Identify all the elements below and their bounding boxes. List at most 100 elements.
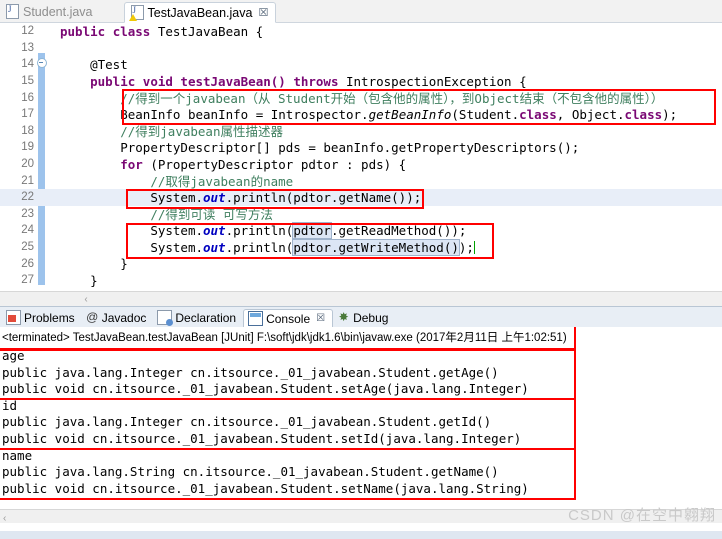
code-line[interactable]: 13 bbox=[0, 40, 722, 57]
line-number: 27 bbox=[21, 274, 34, 287]
code-text: BeanInfo beanInfo = Introspector.getBean… bbox=[48, 107, 677, 122]
status-bar bbox=[0, 531, 722, 539]
code-line[interactable]: 26 } bbox=[0, 255, 722, 272]
code-text: System.out.println(pdtor.getWriteMethod(… bbox=[48, 238, 475, 256]
editor-tab-student[interactable]: Student.java bbox=[0, 1, 100, 22]
java-file-warning-icon bbox=[128, 5, 144, 21]
code-line[interactable]: 16 //得到一个javabean（从 Student开始（包含他的属性），到O… bbox=[0, 89, 722, 106]
editor-horizontal-scrollbar[interactable]: ‹ bbox=[0, 291, 722, 306]
close-icon[interactable]: ☒ bbox=[316, 313, 325, 324]
args-tail: ); bbox=[662, 106, 678, 122]
field-ref: out bbox=[203, 239, 226, 255]
line-number: 19 bbox=[21, 141, 34, 154]
class-name: TestJavaBean { bbox=[150, 23, 264, 39]
annotation-text: @Test bbox=[90, 56, 128, 72]
editor-tab-label: Student.java bbox=[23, 4, 93, 19]
watermark: CSDN @在空中翱翔 bbox=[568, 507, 716, 524]
statement: (PropertyDescriptor pdtor : pds) { bbox=[142, 156, 407, 172]
console-getter: public java.lang.Integer cn.itsource._01… bbox=[2, 414, 492, 430]
code-line[interactable]: 25 System.out.println(pdtor.getWriteMeth… bbox=[0, 238, 722, 256]
editor-tab-label: TestJavaBean.java bbox=[147, 5, 253, 20]
console-setter: public void cn.itsource._01_javabean.Stu… bbox=[2, 480, 529, 496]
code-line[interactable]: 14 @Test bbox=[0, 56, 722, 73]
tab-declaration[interactable]: Declaration bbox=[153, 308, 243, 327]
code-line[interactable]: 24 System.out.println(pdtor.getReadMetho… bbox=[0, 221, 722, 239]
code-line[interactable]: 27 } bbox=[0, 272, 722, 289]
console-property: age bbox=[2, 348, 25, 363]
tab-console[interactable]: Console ☒ bbox=[243, 309, 334, 328]
view-tab-label: Console bbox=[266, 311, 311, 326]
occurrence-highlight: pdtor bbox=[292, 221, 332, 239]
code-text: for (PropertyDescriptor pdtor : pds) { bbox=[48, 157, 406, 172]
debug-icon: ✸ bbox=[338, 310, 349, 324]
method-signature: testJavaBean() bbox=[172, 73, 294, 89]
line-number: 14 bbox=[21, 58, 34, 71]
keyword: public bbox=[60, 23, 106, 39]
keyword: public bbox=[90, 73, 136, 89]
view-tab-label: Debug bbox=[353, 310, 389, 325]
code-line[interactable]: 18 //得到javabean属性描述器 bbox=[0, 121, 722, 140]
statement: .println(pdtor.getName()); bbox=[225, 189, 422, 205]
scroll-left-arrow[interactable]: ‹ bbox=[0, 513, 6, 523]
code-editor[interactable]: 12 public class TestJavaBean { 13 14 @Te… bbox=[0, 23, 722, 291]
code-line[interactable]: 17 BeanInfo beanInfo = Introspector.getB… bbox=[0, 106, 722, 123]
exception-type: IntrospectionException { bbox=[338, 73, 527, 89]
statement: System. bbox=[150, 189, 203, 205]
console-output: age public java.lang.Integer cn.itsource… bbox=[0, 348, 722, 497]
keyword: class bbox=[624, 106, 663, 122]
code-line[interactable]: 20 for (PropertyDescriptor pdtor : pds) … bbox=[0, 156, 722, 173]
code-text: public void testJavaBean() throws Intros… bbox=[48, 74, 527, 89]
code-text: //得到javabean属性描述器 bbox=[48, 121, 283, 140]
statement: System. bbox=[150, 239, 203, 255]
code-line[interactable]: 19 PropertyDescriptor[] pds = beanInfo.g… bbox=[0, 139, 722, 156]
code-line[interactable]: 15 public void testJavaBean() throws Int… bbox=[0, 73, 722, 90]
variable: beanInfo = Introspector. bbox=[180, 106, 369, 122]
console-getter: public java.lang.Integer cn.itsource._01… bbox=[2, 364, 499, 380]
args: (Student. bbox=[451, 106, 520, 122]
terminated-status-line: <terminated> TestJavaBean.testJavaBean [… bbox=[2, 332, 567, 344]
tab-javadoc[interactable]: @ Javadoc bbox=[82, 308, 154, 327]
line-number: 13 bbox=[21, 41, 34, 54]
field-ref: out bbox=[203, 222, 226, 238]
line-number: 21 bbox=[21, 174, 34, 187]
close-icon[interactable]: ☒ bbox=[258, 6, 268, 19]
view-tab-label: Declaration bbox=[175, 310, 237, 325]
console-getter: public java.lang.String cn.itsource._01_… bbox=[2, 464, 499, 480]
statement: PropertyDescriptor[] pds = beanInfo.getP… bbox=[120, 139, 580, 155]
comment-text: //得到javabean属性描述器 bbox=[120, 124, 283, 140]
tab-debug[interactable]: ✸ Debug bbox=[333, 308, 395, 327]
comment-text: //得到可读 可写方法 bbox=[150, 207, 273, 223]
line-number: 26 bbox=[21, 257, 34, 270]
args: , Object. bbox=[556, 106, 625, 122]
code-text: public class TestJavaBean { bbox=[48, 24, 263, 39]
editor-tab-testjavabean[interactable]: TestJavaBean.java ☒ bbox=[123, 2, 277, 23]
view-tab-label: Javadoc bbox=[101, 310, 147, 325]
line-number: 15 bbox=[21, 75, 34, 88]
declaration-icon bbox=[157, 310, 174, 326]
line-number: 23 bbox=[21, 207, 34, 220]
code-text: System.out.println(pdtor.getName()); bbox=[48, 190, 421, 205]
code-line[interactable]: 21 //取得javabean的name bbox=[0, 172, 722, 189]
view-tab-label: Problems bbox=[24, 310, 75, 325]
code-line-highlighted[interactable]: 22 System.out.println(pdtor.getName()); bbox=[0, 188, 722, 206]
console-setter: public void cn.itsource._01_javabean.Stu… bbox=[2, 430, 522, 446]
line-number: 16 bbox=[21, 91, 34, 104]
brace: } bbox=[120, 256, 128, 272]
statement: ); bbox=[458, 239, 474, 255]
code-text: } bbox=[48, 273, 98, 288]
code-line[interactable]: 23 //得到可读 可写方法 bbox=[0, 206, 722, 223]
console-setter: public void cn.itsource._01_javabean.Stu… bbox=[2, 381, 529, 397]
fold-collapse-icon[interactable] bbox=[36, 57, 48, 71]
statement: System. bbox=[150, 222, 203, 238]
code-line[interactable]: 12 public class TestJavaBean { bbox=[0, 23, 722, 40]
java-file-icon bbox=[6, 4, 19, 19]
statement: .getReadMethod()); bbox=[330, 222, 467, 238]
scroll-left-arrow[interactable]: ‹ bbox=[78, 294, 94, 305]
text-caret bbox=[473, 240, 475, 254]
console-panel[interactable]: <terminated> TestJavaBean.testJavaBean [… bbox=[0, 327, 722, 523]
keyword: throws bbox=[293, 73, 339, 89]
selection-highlight: pdtor.getWriteMethod() bbox=[292, 238, 460, 256]
tab-problems[interactable]: Problems bbox=[2, 308, 82, 327]
brace: } bbox=[90, 272, 98, 288]
editor-tab-bar: Student.java TestJavaBean.java ☒ bbox=[0, 0, 722, 23]
